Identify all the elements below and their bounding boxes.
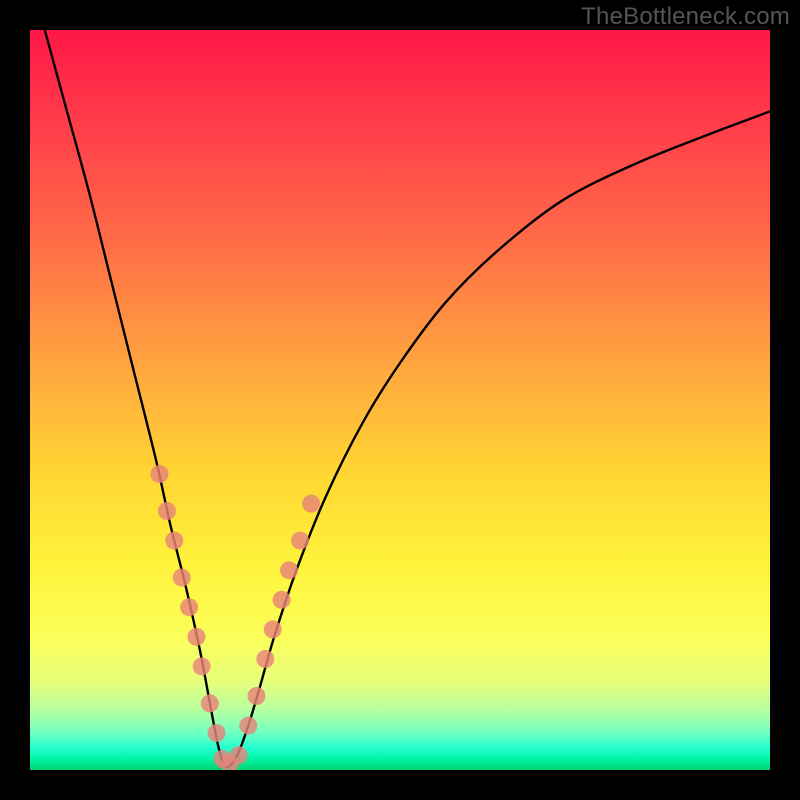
highlight-dot [302, 495, 320, 513]
highlight-dot [230, 746, 248, 764]
highlight-dot [188, 628, 206, 646]
highlight-dot [264, 620, 282, 638]
highlight-dot [158, 502, 176, 520]
highlight-dot [201, 694, 219, 712]
plot-area [30, 30, 770, 770]
highlight-dot [213, 750, 231, 768]
bottleneck-curve [45, 30, 770, 767]
highlight-dot [193, 657, 211, 675]
highlight-dot [207, 724, 225, 742]
highlight-dot [151, 465, 169, 483]
watermark-text: TheBottleneck.com [581, 3, 790, 31]
highlight-dot [280, 561, 298, 579]
curve-svg [30, 30, 770, 770]
highlight-dot [256, 650, 274, 668]
highlight-dot [239, 717, 257, 735]
outer-frame: TheBottleneck.com [0, 0, 800, 800]
highlight-dot [291, 532, 309, 550]
highlight-dot [273, 591, 291, 609]
highlight-dots-group [151, 465, 321, 770]
highlight-dot [165, 532, 183, 550]
highlight-dot [180, 598, 198, 616]
highlight-dot [221, 755, 239, 770]
highlight-dot [173, 569, 191, 587]
highlight-dot [247, 687, 265, 705]
